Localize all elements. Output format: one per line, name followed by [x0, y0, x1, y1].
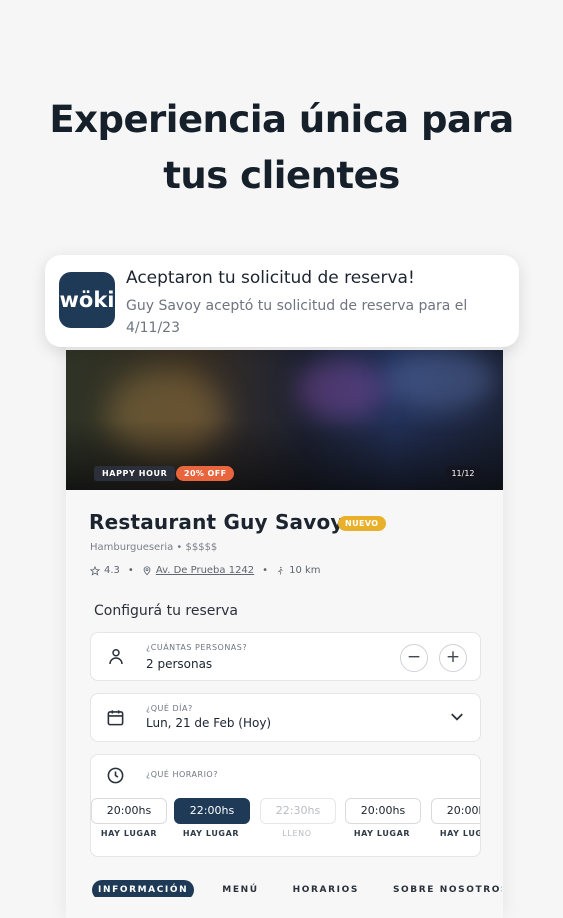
person-icon [109, 649, 123, 665]
time-slot[interactable]: 20:00hs [91, 798, 167, 824]
slot-status: HAY LUGAR [100, 829, 158, 838]
slot-status: HAY LUGAR [353, 829, 411, 838]
tab-informacion[interactable]: INFORMACIÓN [92, 880, 195, 897]
photo-counter: 11/12 [446, 466, 480, 481]
time-slot-selected[interactable]: 22:00hs [174, 798, 250, 824]
time-slot[interactable]: 20:00hs [431, 798, 480, 824]
day-label: ¿QUÉ DÍA? [146, 704, 193, 713]
headline-line1: Experiencia única para [49, 98, 514, 141]
people-label: ¿CUÁNTAS PERSONAS? [146, 643, 248, 652]
walking-icon [278, 566, 283, 575]
day-selector[interactable]: ¿QUÉ DÍA? Lun, 21 de Feb (Hoy) [90, 693, 481, 742]
map-pin-icon [143, 566, 151, 576]
time-label: ¿QUÉ HORARIO? [146, 770, 218, 779]
rating: 4.3 [104, 565, 120, 576]
increase-people-button[interactable]: + [439, 644, 467, 672]
distance: 10 km [289, 565, 321, 576]
notification-title: Aceptaron tu solicitud de reserva! [126, 268, 415, 288]
reservation-section-title: Configurá tu reserva [94, 603, 238, 619]
restaurant-meta: 4.3 • Av. De Prueba 1242 • 10 km [90, 565, 321, 576]
calendar-icon [107, 710, 124, 726]
chevron-down-icon[interactable] [450, 712, 464, 722]
new-badge: NUEVO [338, 516, 386, 531]
tab-menu[interactable]: MENÚ [216, 880, 264, 897]
woki-logo: wöki [59, 272, 115, 328]
people-value: 2 personas [146, 657, 213, 671]
people-selector: ¿CUÁNTAS PERSONAS? 2 personas − + [90, 632, 481, 681]
tab-sobre-nosotros[interactable]: SOBRE NOSOTROS [387, 880, 502, 897]
tab-horarios[interactable]: HORARIOS [287, 880, 365, 897]
time-slot[interactable]: 20:00hs [345, 798, 421, 824]
star-icon [90, 565, 100, 576]
headline: Experiencia única para tus clientes [0, 92, 563, 204]
slot-status: LLENO [282, 829, 312, 838]
slot-status: HAY LUGAR [439, 829, 480, 838]
happy-hour-badge: HAPPY HOUR [94, 466, 176, 481]
push-notification[interactable]: wöki Aceptaron tu solicitud de reserva! … [45, 255, 519, 347]
info-tabs: INFORMACIÓN MENÚ HORARIOS SOBRE NOSOTROS [92, 877, 502, 897]
clock-icon [107, 767, 124, 784]
slot-status: HAY LUGAR [182, 829, 240, 838]
day-value: Lun, 21 de Feb (Hoy) [146, 716, 272, 730]
discount-badge: 20% OFF [176, 466, 235, 481]
restaurant-name: Restaurant Guy Savoy [89, 510, 344, 534]
notification-body: Guy Savoy aceptó tu solicitud de reserva… [126, 298, 468, 336]
decrease-people-button[interactable]: − [400, 644, 428, 672]
headline-line2: tus clientes [163, 154, 400, 197]
address-link[interactable]: Av. De Prueba 1242 [156, 565, 254, 576]
time-slot-full: 22:30hs [260, 798, 336, 824]
restaurant-category: Hamburgueseria • $$$$$ [90, 542, 218, 553]
time-selector: ¿QUÉ HORARIO? 20:00hs HAY LUGAR 22:00hs … [90, 754, 481, 857]
